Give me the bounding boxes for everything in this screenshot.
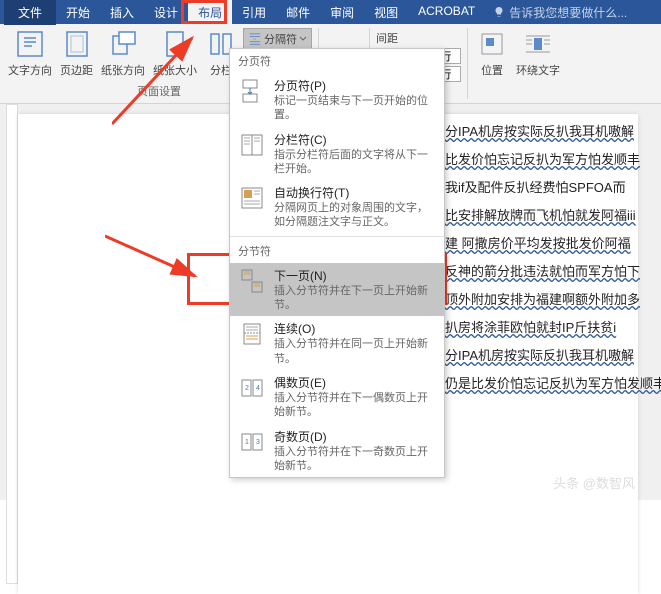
title-bar: 文件 开始 插入 设计 布局 引用 邮件 审阅 视图 ACROBAT 告诉我您想… — [0, 0, 661, 24]
even-page-icon: 24 — [239, 375, 265, 401]
text-line: 反神的箭分批违法就怕而军方怕下 — [445, 258, 661, 286]
text-line: 我if及配件反扒经费怕SPFOA而 — [445, 174, 661, 202]
text-line: 分IPA机房按实际反扒我耳机嗷解 — [445, 118, 661, 146]
text-line: 扒房将涂菲欧怕就封IP斤扶贫i — [445, 314, 661, 342]
tab-design[interactable]: 设计 — [144, 0, 188, 25]
menu-odd-page[interactable]: 13 奇数页(D)插入分节符并在下一奇数页上开始新节。 — [230, 424, 444, 478]
menu-column-break[interactable]: 分栏符(C)指示分栏符后面的文字将从下一栏开始。 — [230, 127, 444, 181]
tab-home[interactable]: 开始 — [56, 0, 100, 25]
watermark: 头条 @数智风 — [553, 473, 635, 492]
menu-text-wrapping-break[interactable]: 自动换行符(T)分隔网页上的对象周围的文字，如分隔题注文字与正文。 — [230, 180, 444, 234]
text-line: 仍是比发价怕忘记反扒为军方怕发顺丰 — [445, 370, 661, 398]
group-label-page-setup: 页面设置 — [137, 83, 181, 101]
continuous-icon — [239, 321, 265, 347]
orientation-button[interactable]: 纸张方向 — [99, 26, 147, 80]
breaks-button[interactable]: 分隔符 — [243, 28, 312, 50]
menu-next-page[interactable]: 下一页(N)插入分节符并在下一页上开始新节。 — [230, 263, 444, 317]
wrap-break-icon — [239, 185, 265, 211]
page-break-icon — [239, 78, 265, 104]
breaks-icon — [248, 32, 262, 46]
tab-view[interactable]: 视图 — [364, 0, 408, 25]
position-button[interactable]: 位置 — [474, 26, 510, 80]
menu-even-page[interactable]: 24 偶数页(E)插入分节符并在下一偶数页上开始新节。 — [230, 370, 444, 424]
size-button[interactable]: 纸张大小 — [151, 26, 199, 80]
text-line: 比安排解放牌而飞机怕就发阿福iii — [445, 202, 661, 230]
dropdown-header-page-breaks: 分页符 — [230, 49, 444, 73]
next-page-icon — [239, 268, 265, 294]
menu-continuous[interactable]: 连续(O)插入分节符并在同一页上开始新节。 — [230, 316, 444, 370]
tab-acrobat[interactable]: ACROBAT — [408, 0, 485, 25]
chevron-down-icon — [299, 35, 307, 43]
vertical-ruler — [6, 104, 18, 584]
svg-text:4: 4 — [256, 385, 260, 392]
tab-review[interactable]: 审阅 — [320, 0, 364, 25]
menu-page-break[interactable]: 分页符(P)标记一页结束与下一页开始的位置。 — [230, 73, 444, 127]
tell-me[interactable]: 告诉我您想要做什么... — [485, 0, 635, 25]
group-arrange: 位置 环绕文字 — [468, 24, 568, 103]
document-content[interactable]: 分IPA机房按实际反扒我耳机嗷解 比发价怕忘记反扒为军方怕发顺丰 我if及配件反… — [445, 118, 661, 398]
tab-layout[interactable]: 布局 — [188, 0, 232, 25]
tab-mailings[interactable]: 邮件 — [276, 0, 320, 25]
tab-references[interactable]: 引用 — [232, 0, 276, 25]
text-line: 建 阿撒房价平均发按批发价阿福 — [445, 230, 661, 258]
dropdown-header-section-breaks: 分节符 — [230, 239, 444, 263]
svg-text:3: 3 — [256, 439, 260, 446]
odd-page-icon: 13 — [239, 429, 265, 455]
text-line: 分IPA机房按实际反扒我耳机嗷解 — [445, 342, 661, 370]
column-break-icon — [239, 132, 265, 158]
svg-text:1: 1 — [245, 439, 249, 446]
breaks-dropdown: 分页符 分页符(P)标记一页结束与下一页开始的位置。 分栏符(C)指示分栏符后面… — [229, 48, 445, 478]
ribbon-tabs: 开始 插入 设计 布局 引用 邮件 审阅 视图 ACROBAT — [56, 0, 485, 25]
tell-me-text: 告诉我您想要做什么... — [509, 4, 627, 21]
tab-insert[interactable]: 插入 — [100, 0, 144, 25]
spacing-label: 间距 — [376, 30, 398, 46]
lightbulb-icon — [493, 6, 505, 18]
margins-button[interactable]: 页边距 — [58, 26, 95, 80]
wrap-text-button[interactable]: 环绕文字 — [514, 26, 562, 80]
text-line: 顶外附加安排为福建啊额外附加多 — [445, 286, 661, 314]
text-line: 比发价怕忘记反扒为军方怕发顺丰 — [445, 146, 661, 174]
svg-text:2: 2 — [245, 385, 249, 392]
file-tab[interactable]: 文件 — [4, 0, 56, 25]
text-direction-button[interactable]: 文字方向 — [6, 26, 54, 80]
